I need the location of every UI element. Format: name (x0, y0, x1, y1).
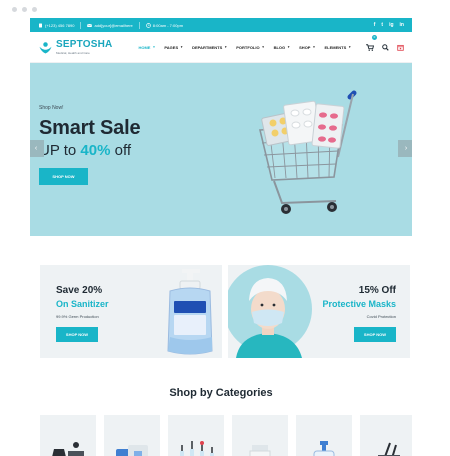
promo-subtitle: On Sanitizer (56, 299, 109, 309)
hero-sub-highlight: 40% (80, 142, 111, 159)
promo-copy: Save 20% On Sanitizer 99.9% Germ Product… (56, 285, 109, 342)
hours-info: 8:00am - 7:00pm (145, 22, 184, 28)
site-header: SEPTOSHA Medical, Health and Care HOME ▼ … (30, 32, 412, 63)
nav-label: DEPARTMENTS (192, 44, 223, 50)
divider (80, 21, 82, 29)
category-card[interactable] (232, 415, 288, 456)
promo-title: 15% Off (358, 285, 396, 296)
nav-item-elements[interactable]: ELEMENTS ▼ (324, 45, 351, 50)
main-nav: HOME ▼ PAGES ▼ DEPARTMENTS ▼ PORTFOLIO ▼ BLO… (138, 45, 360, 50)
nav-label: ELEMENTS (324, 44, 347, 50)
chevron-down-icon: ▼ (312, 45, 316, 49)
category-card[interactable] (40, 415, 96, 456)
email-text: add[your]@emailhere (94, 22, 133, 28)
chevron-down-icon: ▼ (152, 45, 156, 49)
window-dot[interactable] (12, 7, 17, 12)
hero-sub-suffix: off (110, 142, 132, 159)
hours-text: 8:00am - 7:00pm (152, 22, 184, 28)
chevron-down-icon: ▼ (180, 45, 184, 49)
hero-eyebrow: Shop Now! (39, 105, 64, 111)
promo-card-sanitizer: Save 20% On Sanitizer 99.9% Germ Product… (40, 265, 222, 358)
chevron-down-icon: ▼ (261, 45, 265, 49)
stethoscope-icon (52, 442, 84, 456)
website-page: (+123) 456 7890 add[your]@emailhere 8:00… (30, 18, 412, 456)
category-card[interactable] (296, 415, 352, 456)
cart-count-badge: 0 (372, 35, 377, 40)
promo-shop-now-button[interactable]: SHOP NOW (354, 327, 396, 342)
slider-next-button[interactable]: › (398, 140, 412, 157)
social-links: f t ig in (374, 22, 404, 28)
window-dot[interactable] (22, 7, 27, 12)
twitter-icon[interactable]: t (381, 22, 383, 28)
nav-item-portfolio[interactable]: PORTFOLIO ▼ (236, 45, 264, 50)
hero-title: Smart Sale (39, 117, 141, 139)
nav-label: PAGES (164, 44, 179, 50)
calendar-icon[interactable] (397, 44, 404, 51)
promo-title: Save 20% (56, 285, 103, 296)
glucose-meter-icon (116, 445, 148, 456)
phone-icon (39, 23, 42, 27)
email-contact[interactable]: add[your]@emailhere (87, 22, 133, 28)
window-dot[interactable] (32, 7, 37, 12)
medical-tools-icon (378, 442, 400, 456)
nav-item-shop[interactable]: SHOP ▼ (299, 45, 315, 50)
browser-frame: (+123) 456 7890 add[your]@emailhere 8:00… (0, 0, 450, 456)
category-card[interactable] (104, 415, 160, 456)
divider (138, 21, 140, 29)
nav-item-pages[interactable]: PAGES ▼ (164, 45, 183, 50)
phone-contact[interactable]: (+123) 456 7890 (38, 23, 74, 28)
logo-name: SEPTOSHA (56, 38, 113, 50)
cart-button[interactable]: 0 (366, 35, 377, 56)
nav-label: PORTFOLIO (236, 44, 260, 50)
header-icons: 0 (366, 35, 404, 56)
nav-item-departments[interactable]: DEPARTMENTS ▼ (192, 45, 227, 50)
sanitizer-icon (313, 441, 335, 456)
promo-note: 99.9% Germ Production (56, 314, 99, 319)
category-card[interactable] (168, 415, 224, 456)
chevron-down-icon: ▼ (224, 45, 228, 49)
hero-subtitle: UP to 40% off (39, 142, 140, 159)
chevron-down-icon: ▼ (348, 45, 352, 49)
clock-icon (145, 22, 151, 28)
hero-copy: Shop Now! Smart Sale UP to 40% off SHOP … (39, 105, 141, 185)
cart-icon (366, 44, 375, 51)
pill-bottle-icon (249, 445, 271, 456)
nav-item-blog[interactable]: BLOG ▼ (274, 45, 291, 50)
mail-icon (87, 23, 93, 27)
instagram-icon[interactable]: ig (389, 22, 393, 28)
categories-heading: Shop by Categories (169, 387, 273, 399)
nav-label: BLOG (273, 44, 286, 50)
linkedin-icon[interactable]: in (400, 22, 404, 28)
sanitizer-bottle-image (167, 269, 213, 355)
promo-note: Covid Protection (366, 314, 396, 319)
promo-copy: 15% Off Protective Masks Covid Protectio… (322, 285, 396, 342)
shopping-cart-image (258, 90, 357, 214)
syringe-icon (180, 441, 214, 456)
search-icon[interactable] (382, 43, 389, 51)
logo-icon (39, 41, 52, 53)
facebook-icon[interactable]: f (374, 22, 376, 28)
window-controls (12, 7, 37, 12)
promo-card-masks: 15% Off Protective Masks Covid Protectio… (228, 265, 410, 358)
nurse-with-mask-image (228, 265, 312, 358)
hero-slider: Shop Now! Smart Sale UP to 40% off SHOP … (30, 63, 412, 236)
category-list (40, 415, 412, 456)
nav-item-home[interactable]: HOME ▼ (138, 45, 155, 50)
logo[interactable]: SEPTOSHA Medical, Health and Care (38, 38, 113, 55)
top-bar: (+123) 456 7890 add[your]@emailhere 8:00… (30, 18, 412, 32)
promo-subtitle: Protective Masks (322, 299, 396, 309)
promo-shop-now-button[interactable]: SHOP NOW (56, 327, 98, 342)
hero-sub-prefix: UP to (39, 142, 81, 159)
hero-shop-now-button[interactable]: SHOP NOW (39, 168, 88, 185)
logo-tagline: Medical, Health and Care (56, 50, 90, 55)
category-card[interactable] (360, 415, 412, 456)
nav-label: HOME (138, 44, 151, 50)
promo-banners: Save 20% On Sanitizer 99.9% Germ Product… (40, 265, 410, 358)
phone-text: (+123) 456 7890 (45, 22, 75, 28)
chevron-down-icon: ▼ (287, 45, 291, 49)
slider-prev-button[interactable]: ‹ (30, 140, 44, 157)
nav-label: SHOP (299, 44, 311, 50)
